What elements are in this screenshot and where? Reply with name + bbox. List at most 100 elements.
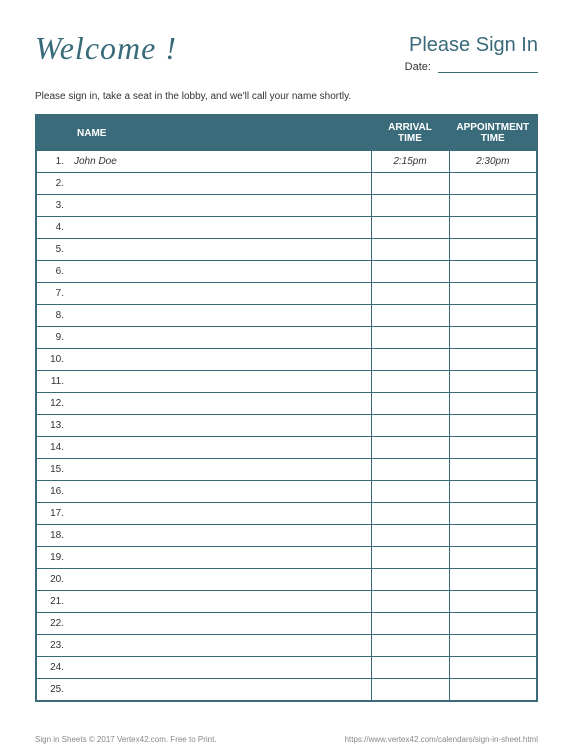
table-row: 17. [36, 503, 537, 525]
appointment-cell[interactable] [449, 173, 537, 195]
table-row: 12. [36, 393, 537, 415]
name-cell[interactable] [68, 349, 371, 371]
arrival-cell[interactable] [371, 217, 449, 239]
name-cell[interactable] [68, 283, 371, 305]
row-number: 23. [36, 635, 68, 657]
name-cell[interactable] [68, 305, 371, 327]
name-cell[interactable] [68, 327, 371, 349]
name-cell[interactable] [68, 635, 371, 657]
arrival-cell[interactable] [371, 525, 449, 547]
appointment-cell[interactable] [449, 569, 537, 591]
arrival-cell[interactable] [371, 591, 449, 613]
row-number: 17. [36, 503, 68, 525]
table-row: 21. [36, 591, 537, 613]
arrival-cell[interactable] [371, 459, 449, 481]
name-cell[interactable] [68, 547, 371, 569]
appointment-cell[interactable] [449, 239, 537, 261]
table-row: 9. [36, 327, 537, 349]
appointment-cell[interactable] [449, 217, 537, 239]
arrival-cell[interactable] [371, 503, 449, 525]
arrival-cell[interactable] [371, 327, 449, 349]
arrival-cell[interactable] [371, 195, 449, 217]
row-number: 19. [36, 547, 68, 569]
row-number: 5. [36, 239, 68, 261]
arrival-cell[interactable] [371, 261, 449, 283]
sign-in-table: NAME ARRIVAL TIME APPOINTMENT TIME 1.Joh… [35, 114, 538, 702]
arrival-cell[interactable] [371, 173, 449, 195]
table-row: 16. [36, 481, 537, 503]
name-cell[interactable] [68, 437, 371, 459]
appointment-cell[interactable] [449, 327, 537, 349]
arrival-cell[interactable] [371, 349, 449, 371]
table-row: 2. [36, 173, 537, 195]
name-cell[interactable] [68, 239, 371, 261]
appointment-cell[interactable] [449, 305, 537, 327]
name-cell[interactable] [68, 195, 371, 217]
arrival-cell[interactable] [371, 679, 449, 701]
appointment-cell[interactable] [449, 349, 537, 371]
appointment-cell[interactable] [449, 679, 537, 701]
appointment-cell[interactable] [449, 613, 537, 635]
name-cell[interactable] [68, 679, 371, 701]
footer-left: Sign in Sheets © 2017 Vertex42.com. Free… [35, 735, 217, 744]
arrival-cell[interactable] [371, 415, 449, 437]
row-number: 4. [36, 217, 68, 239]
arrival-cell[interactable]: 2:15pm [371, 151, 449, 173]
arrival-cell[interactable] [371, 657, 449, 679]
col-arrival: ARRIVAL TIME [371, 115, 449, 151]
appointment-cell[interactable] [449, 481, 537, 503]
arrival-cell[interactable] [371, 283, 449, 305]
arrival-cell[interactable] [371, 481, 449, 503]
name-cell[interactable] [68, 569, 371, 591]
arrival-cell[interactable] [371, 393, 449, 415]
table-row: 18. [36, 525, 537, 547]
arrival-cell[interactable] [371, 547, 449, 569]
col-appointment: APPOINTMENT TIME [449, 115, 537, 151]
arrival-cell[interactable] [371, 239, 449, 261]
arrival-cell[interactable] [371, 437, 449, 459]
arrival-cell[interactable] [371, 371, 449, 393]
appointment-cell[interactable] [449, 503, 537, 525]
appointment-cell[interactable] [449, 261, 537, 283]
col-name: NAME [36, 115, 371, 151]
name-cell[interactable] [68, 613, 371, 635]
appointment-cell[interactable] [449, 591, 537, 613]
date-field[interactable] [438, 61, 538, 73]
table-row: 19. [36, 547, 537, 569]
appointment-cell[interactable] [449, 393, 537, 415]
arrival-cell[interactable] [371, 613, 449, 635]
row-number: 1. [36, 151, 68, 173]
name-cell[interactable] [68, 173, 371, 195]
name-cell[interactable] [68, 261, 371, 283]
row-number: 22. [36, 613, 68, 635]
name-cell[interactable] [68, 415, 371, 437]
name-cell[interactable] [68, 217, 371, 239]
table-row: 14. [36, 437, 537, 459]
name-cell[interactable] [68, 393, 371, 415]
table-row: 8. [36, 305, 537, 327]
appointment-cell[interactable]: 2:30pm [449, 151, 537, 173]
appointment-cell[interactable] [449, 371, 537, 393]
name-cell[interactable] [68, 371, 371, 393]
appointment-cell[interactable] [449, 283, 537, 305]
appointment-cell[interactable] [449, 635, 537, 657]
name-cell[interactable]: John Doe [68, 151, 371, 173]
appointment-cell[interactable] [449, 195, 537, 217]
name-cell[interactable] [68, 657, 371, 679]
appointment-cell[interactable] [449, 525, 537, 547]
name-cell[interactable] [68, 459, 371, 481]
appointment-cell[interactable] [449, 459, 537, 481]
name-cell[interactable] [68, 481, 371, 503]
arrival-cell[interactable] [371, 305, 449, 327]
name-cell[interactable] [68, 591, 371, 613]
appointment-cell[interactable] [449, 437, 537, 459]
arrival-cell[interactable] [371, 569, 449, 591]
table-row: 22. [36, 613, 537, 635]
name-cell[interactable] [68, 503, 371, 525]
appointment-cell[interactable] [449, 415, 537, 437]
appointment-cell[interactable] [449, 547, 537, 569]
appointment-cell[interactable] [449, 657, 537, 679]
name-cell[interactable] [68, 525, 371, 547]
arrival-cell[interactable] [371, 635, 449, 657]
row-number: 8. [36, 305, 68, 327]
